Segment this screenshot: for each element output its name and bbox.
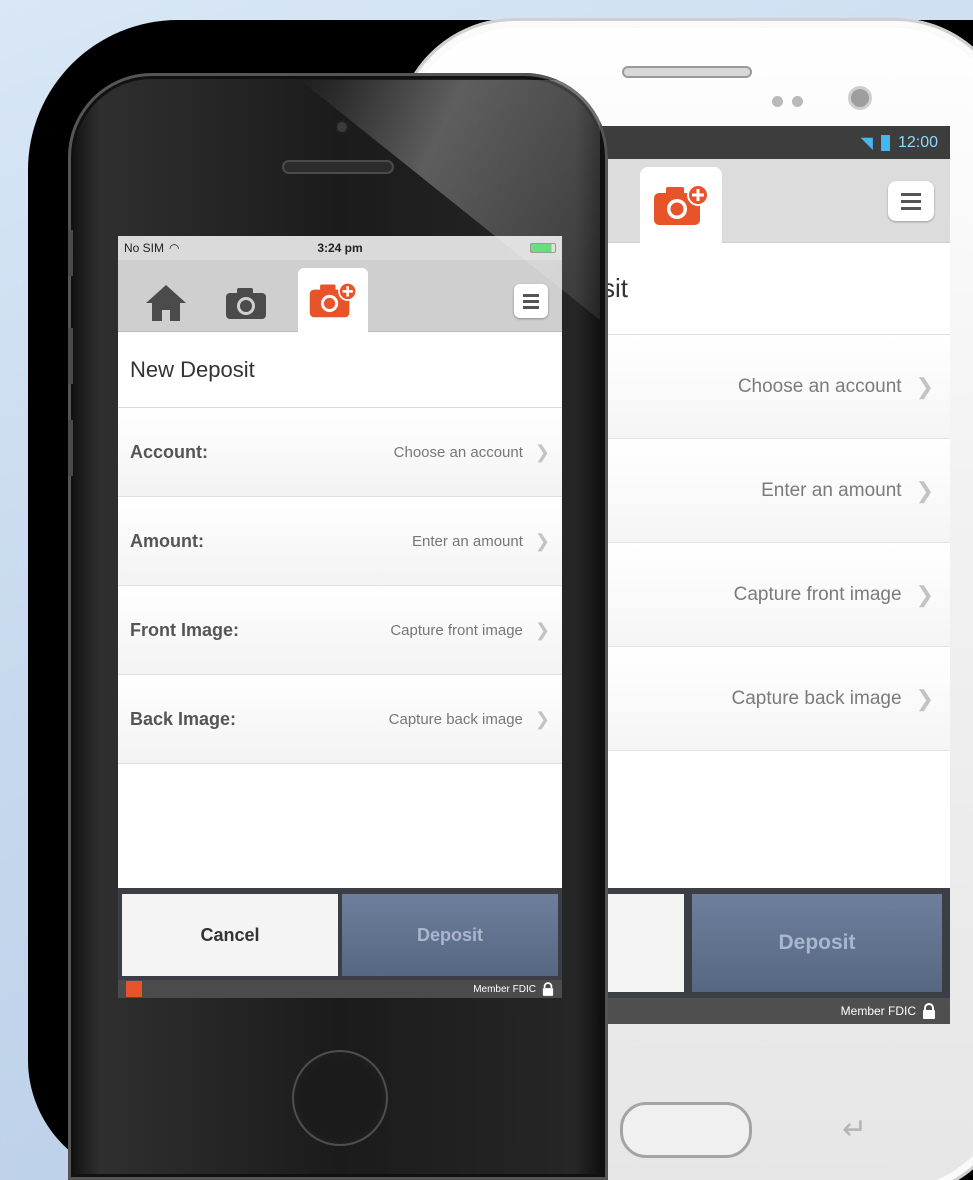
tab-new-deposit[interactable] [640,167,722,243]
android-amount-value: Enter an amount [761,479,902,501]
wifi-icon: ◥ [860,134,873,152]
back-image-value: Capture back image [388,710,523,728]
android-front-image-value: Capture front image [733,583,902,605]
iphone-menu-button[interactable] [514,284,548,318]
footer: Member FDIC [118,980,562,998]
amount-label: Amount: [130,530,204,551]
android-home-button[interactable] [620,1102,752,1158]
android-screen: ◥ 12:00 sit Choose an account ❯ Enter an … [590,126,950,1024]
chevron-right-icon: ❯ [534,708,550,729]
android-row-account[interactable]: Choose an account ❯ [590,335,950,439]
tab-new-deposit[interactable] [298,268,368,332]
android-footer: Member FDIC [590,998,950,1024]
account-label: Account: [130,441,208,462]
android-status-bar: ◥ 12:00 [590,126,950,159]
back-arrow-icon[interactable]: ↵ [842,1112,867,1147]
chevron-right-icon: ❯ [534,619,550,640]
camera-plus-icon [309,281,358,318]
camera-icon [226,288,266,319]
android-account-value: Choose an account [737,375,902,397]
android-row-back-image[interactable]: Capture back image ❯ [590,647,950,751]
camera-plus-icon [654,184,709,225]
android-page-title: sit [590,243,950,335]
android-front-camera [848,86,872,110]
amount-value: Enter an amount [412,532,523,550]
chevron-right-icon: ❯ [915,373,934,399]
iphone-screen: No SIM ◠ 3:24 pm New Deposit Account: Ch… [118,236,562,998]
iphone-front-camera [335,120,349,134]
chevron-right-icon: ❯ [534,441,550,462]
footer-text: Member FDIC [473,983,536,995]
iphone-mute-switch[interactable] [68,230,73,276]
front-image-value: Capture front image [390,621,523,639]
brand-logo [126,981,142,997]
iphone-volume-up[interactable] [68,328,73,384]
page-title: New Deposit [118,332,562,408]
chevron-right-icon: ❯ [915,477,934,503]
row-account[interactable]: Account: Choose an account ❯ [118,408,562,497]
iphone-status-time: 3:24 pm [317,241,363,255]
front-image-label: Front Image: [130,619,240,640]
account-value: Choose an account [393,443,523,461]
iphone-status-bar: No SIM ◠ 3:24 pm [118,236,562,260]
home-icon [146,285,186,321]
android-deposit-button[interactable]: Deposit [692,894,942,992]
lock-icon [542,982,554,996]
android-action-bar: Deposit [590,888,950,998]
iphone-speaker [282,160,394,174]
battery-icon [880,134,890,151]
android-speaker [622,66,752,78]
android-sensor-dot [772,96,783,107]
android-row-front-image[interactable]: Capture front image ❯ [590,543,950,647]
tab-home[interactable] [136,276,196,330]
chevron-right-icon: ❯ [915,581,934,607]
back-image-label: Back Image: [130,708,237,729]
cancel-button[interactable]: Cancel [122,894,338,976]
iphone-home-button[interactable] [292,1050,388,1146]
chevron-right-icon: ❯ [915,685,934,711]
android-row-amount[interactable]: Enter an amount ❯ [590,439,950,543]
android-back-image-value: Capture back image [731,687,902,709]
deposit-button[interactable]: Deposit [342,894,558,976]
iphone-volume-down[interactable] [68,420,73,476]
android-menu-button[interactable] [888,181,934,221]
android-footer-text: Member FDIC [840,1004,916,1018]
lock-icon [923,1003,935,1019]
tab-capture[interactable] [216,276,276,330]
row-amount[interactable]: Amount: Enter an amount ❯ [118,497,562,586]
row-front-image[interactable]: Front Image: Capture front image ❯ [118,586,562,675]
row-back-image[interactable]: Back Image: Capture back image ❯ [118,675,562,764]
action-bar: Cancel Deposit [118,888,562,980]
android-tab-bar [590,159,950,243]
iphone-tab-bar [118,260,562,332]
android-sensor-dot [792,96,803,107]
android-status-time: 12:00 [897,133,938,151]
chevron-right-icon: ❯ [534,530,550,551]
